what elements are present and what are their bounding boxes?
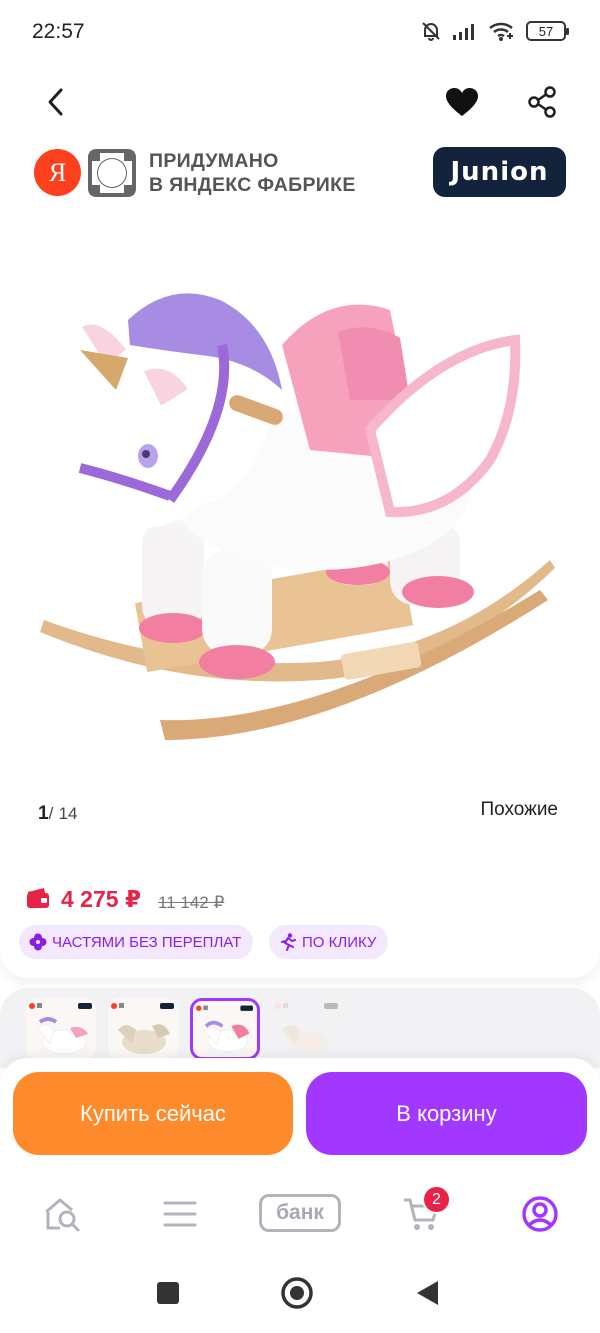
gallery-current: 1: [38, 803, 49, 824]
buy-now-button[interactable]: Купить сейчас: [13, 1072, 293, 1155]
top-navigation: [0, 78, 600, 128]
thumbnail[interactable]: [26, 998, 96, 1060]
thumbnail-image: [275, 1003, 338, 1053]
thumbnail-active[interactable]: [190, 998, 260, 1060]
menu-icon: [163, 1201, 197, 1227]
brand-tagline-line2: В ЯНДЕКС ФАБРИКЕ: [149, 174, 356, 196]
bottom-tab-bar: банк 2: [0, 1168, 600, 1260]
signal-icon: [453, 24, 474, 40]
thumbnail[interactable]: [272, 998, 342, 1060]
thumbnail-image: [196, 1005, 253, 1053]
thumbnails-strip: [0, 988, 600, 1068]
thumbnail-image: [29, 1003, 92, 1055]
system-navigation: [157, 1277, 438, 1309]
brand-tagline-line1: ПРИДУМАНО: [149, 150, 279, 172]
profile-icon: [522, 1196, 558, 1232]
brand-tagline: ПРИДУМАНО В ЯНДЕКС ФАБРИКЕ: [149, 149, 356, 197]
old-price: 11 142 ₽: [158, 893, 225, 912]
share-icon: [528, 86, 556, 118]
yandex-factory-logo: [88, 149, 136, 197]
back-system-button[interactable]: [417, 1281, 438, 1305]
wallet-icon: [27, 888, 49, 908]
gallery-total: 14: [58, 804, 78, 823]
home-search-icon: [45, 1198, 80, 1232]
wifi-icon: [489, 22, 513, 41]
back-icon: [48, 88, 63, 116]
gallery-separator: /: [48, 804, 54, 823]
running-icon: [281, 933, 296, 951]
home-button[interactable]: [281, 1277, 313, 1309]
share-button[interactable]: [522, 82, 562, 122]
battery-indicator: 57: [526, 21, 569, 41]
gallery-counter: 1/ 14: [38, 803, 78, 825]
add-to-cart-button[interactable]: В корзину: [306, 1072, 587, 1155]
status-bar: 22:57 57: [0, 0, 600, 66]
current-price: 4 275 ₽: [61, 886, 141, 912]
yandex-logo: Я: [34, 149, 81, 196]
tab-profile[interactable]: [516, 1192, 564, 1236]
tab-home-search[interactable]: [38, 1192, 86, 1236]
back-button[interactable]: [36, 82, 76, 122]
clover-icon: [29, 933, 47, 951]
installments-label: ЧАСТЯМИ БЕЗ ПЕРЕПЛАТ: [52, 933, 242, 951]
status-time: 22:57: [32, 20, 85, 43]
cart-count-badge: 2: [422, 1185, 451, 1214]
product-image[interactable]: [20, 250, 580, 780]
thumbnail[interactable]: [108, 998, 178, 1060]
status-icons: 57: [420, 20, 569, 42]
recent-apps-button[interactable]: [157, 1282, 179, 1304]
heart-icon: [446, 88, 478, 116]
installments-badge[interactable]: ЧАСТЯМИ БЕЗ ПЕРЕПЛАТ: [19, 925, 254, 959]
one-click-label: ПО КЛИКУ: [302, 933, 377, 951]
similar-link[interactable]: Похожие: [480, 799, 558, 821]
favorite-button[interactable]: [442, 82, 482, 122]
thumbnail-image: [111, 1003, 174, 1054]
tab-catalog[interactable]: [156, 1192, 204, 1236]
junion-logo: Junion: [433, 147, 566, 197]
purchase-bar: Купить сейчас В корзину: [0, 1058, 600, 1168]
price-card: 4 275 ₽ 11 142 ₽ ЧАСТЯМИ БЕЗ ПЕРЕПЛАТ ПО…: [0, 858, 600, 978]
tab-bank[interactable]: банк: [259, 1194, 341, 1232]
brand-row: Я ПРИДУМАНО В ЯНДЕКС ФАБРИКЕ Junion: [0, 146, 600, 200]
muted-bell-icon: [422, 22, 440, 41]
one-click-badge[interactable]: ПО КЛИКУ: [269, 925, 389, 959]
